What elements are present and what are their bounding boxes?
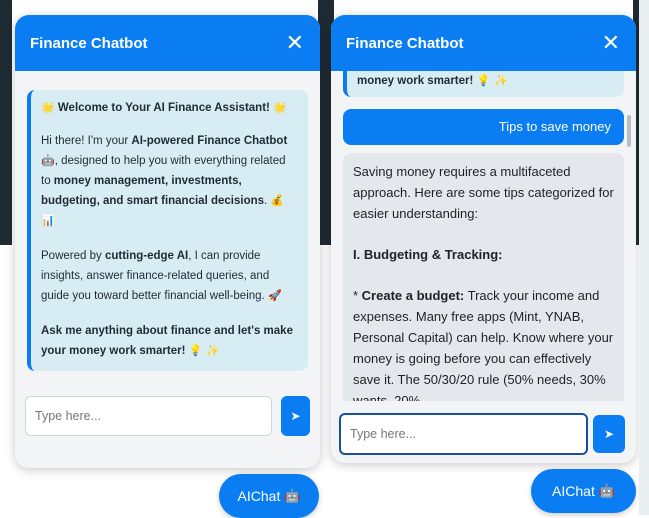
message-list: money work smarter! 💡 ✨ Tips to save mon… <box>343 71 624 401</box>
send-button[interactable]: ➤ <box>593 415 625 453</box>
close-icon[interactable]: ✕ <box>602 32 620 54</box>
aichat-button[interactable]: AIChat 🤖 <box>531 469 636 513</box>
robot-icon: 🤖 <box>598 483 615 499</box>
message-input[interactable]: Type here... <box>25 396 272 436</box>
text-bold: I. Budgeting & Tracking: <box>353 247 503 262</box>
aichat-label: AIChat <box>552 483 595 499</box>
bulb-sparkle-icon: 💡 ✨ <box>476 74 508 87</box>
text-bold: Create a budget: <box>361 288 465 303</box>
text-segment: Hi there! I'm your <box>41 135 132 147</box>
bulb-sparkle-icon: 💡 ✨ <box>188 344 220 357</box>
text-segment: . <box>264 195 268 207</box>
chat-title: Finance Chatbot <box>30 34 148 52</box>
send-icon: ➤ <box>603 427 615 441</box>
send-icon: ➤ <box>290 409 301 423</box>
robot-icon: 🤖 <box>41 154 55 167</box>
welcome-tail-text: money work smarter! <box>357 75 474 87</box>
welcome-heading: 🌟 Welcome to Your AI Finance Assistant! … <box>41 98 296 118</box>
welcome-paragraph-1: Hi there! I'm your AI-powered Finance Ch… <box>41 131 296 231</box>
send-button[interactable]: ➤ <box>281 396 310 436</box>
bot-paragraph-2: * Create a budget: Track your income and… <box>353 285 614 401</box>
welcome-message-tail: money work smarter! 💡 ✨ <box>343 71 624 97</box>
text-bold: Ask me anything about finance and let's … <box>41 325 293 357</box>
text-segment: * <box>353 288 362 303</box>
chat-title: Finance Chatbot <box>346 34 464 52</box>
bot-section-heading: I. Budgeting & Tracking: <box>353 244 614 265</box>
text-bold: money management, investments, budgeting… <box>41 175 265 207</box>
star-icon: 🌟 <box>41 101 55 114</box>
welcome-paragraph-3: Ask me anything about finance and let's … <box>41 321 296 361</box>
chat-window-right: Finance Chatbot ✕ money work smarter! 💡 … <box>331 15 636 463</box>
bot-message: Saving money requires a multifaceted app… <box>343 153 624 401</box>
message-list: 🌟 Welcome to Your AI Finance Assistant! … <box>27 90 308 382</box>
rocket-icon: 🚀 <box>267 289 282 302</box>
page-edge <box>639 0 649 515</box>
chat-header: Finance Chatbot ✕ <box>15 15 320 71</box>
chat-header: Finance Chatbot ✕ <box>331 15 636 71</box>
text-segment: Powered by <box>41 250 105 262</box>
text-bold: AI-powered Finance Chatbot <box>131 135 288 147</box>
backdrop-left <box>0 0 12 245</box>
welcome-heading-text: Welcome to Your AI Finance Assistant! <box>57 102 270 114</box>
welcome-message: 🌟 Welcome to Your AI Finance Assistant! … <box>27 90 308 371</box>
message-input[interactable]: Type here... <box>339 413 588 455</box>
close-icon[interactable]: ✕ <box>286 32 304 54</box>
welcome-paragraph-2: Powered by cutting-edge AI, I can provid… <box>41 246 296 306</box>
bot-paragraph-1: Saving money requires a multifaceted app… <box>353 164 614 221</box>
chat-window-left: Finance Chatbot ✕ 🌟 Welcome to Your AI F… <box>15 15 320 468</box>
user-message: Tips to save money <box>343 109 624 145</box>
text-segment: Track your income and expenses. Many fre… <box>353 288 614 401</box>
text-bold: cutting-edge AI <box>104 250 189 262</box>
robot-icon: 🤖 <box>284 488 301 504</box>
scrollbar[interactable] <box>627 115 631 147</box>
aichat-button[interactable]: AIChat 🤖 <box>219 474 319 518</box>
aichat-label: AIChat <box>237 488 281 504</box>
star-icon: 🌟 <box>273 101 287 114</box>
